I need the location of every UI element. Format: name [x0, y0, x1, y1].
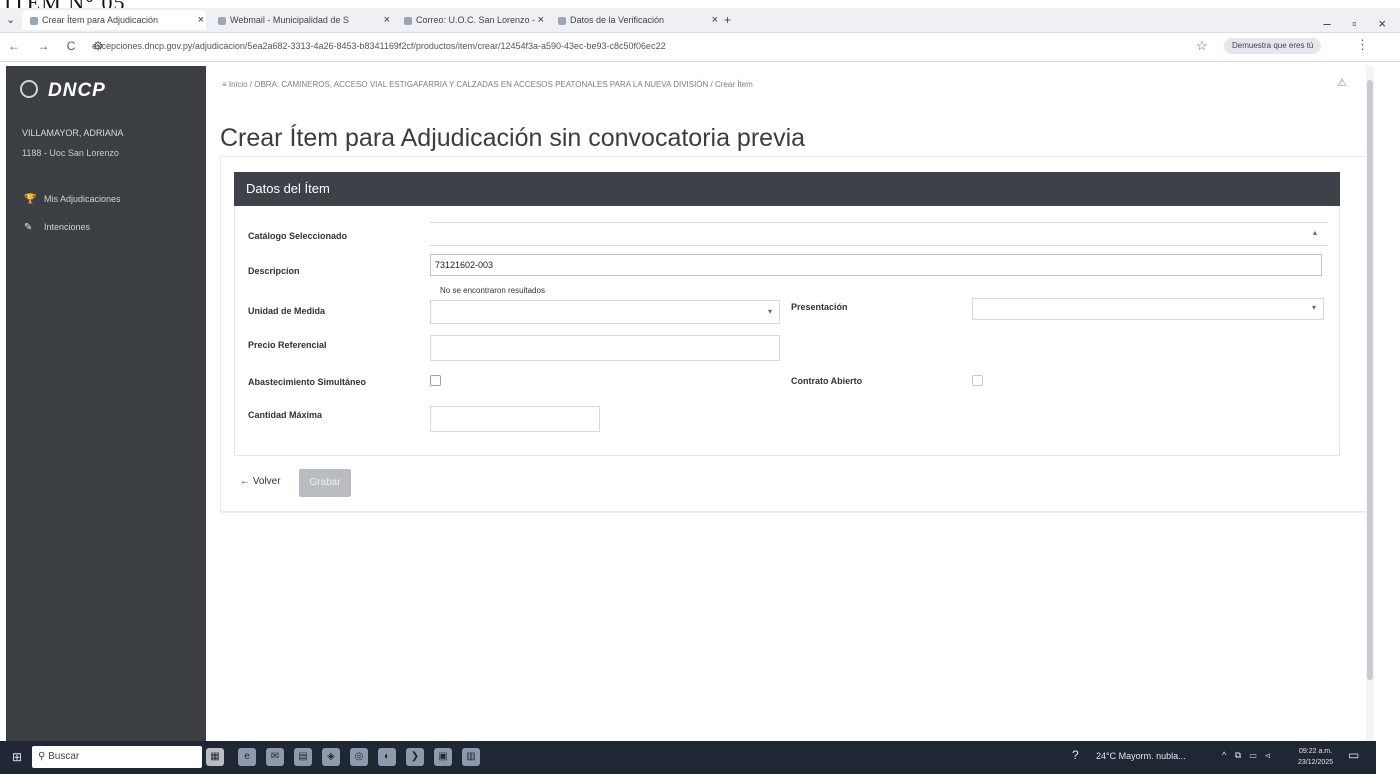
search-icon: ⚲ [38, 751, 49, 762]
browser-tab-bar: ⌄ Crear Ítem para Adjudicación × Webmail… [0, 8, 1400, 33]
unidad-medida-label: Unidad de Medida [248, 306, 326, 316]
catalogo-select[interactable] [430, 222, 1328, 246]
minimize-button[interactable]: – [1323, 16, 1330, 31]
tab-webmail[interactable]: Webmail - Municipalidad de S × [212, 10, 392, 30]
window-controls: – ▫ × [1305, 16, 1386, 31]
taskbar-search-input[interactable]: ⚲ Buscar [32, 746, 202, 768]
close-tab-icon[interactable]: × [538, 10, 544, 30]
no-results-message: No se encontraron resultados [440, 286, 545, 295]
page-title: Crear Ítem para Adjudicación sin convoca… [220, 124, 806, 152]
site-favicon-icon [558, 16, 566, 25]
panel-title: Datos del Ítem [246, 181, 330, 196]
clock-date: 23/12/2025 [1298, 759, 1334, 766]
reload-icon[interactable]: C [67, 39, 76, 53]
profile-button[interactable]: Demuestra que eres tú [1224, 38, 1322, 54]
presentacion-label: Presentación [791, 302, 848, 312]
app-icon[interactable]: ◐ [378, 748, 396, 766]
app-icon[interactable]: ▥ [462, 748, 480, 766]
divider [220, 512, 1370, 513]
clock-time: 09:22 a.m. [1298, 748, 1333, 755]
tab-correo[interactable]: Correo: U.O.C. San Lorenzo - × [398, 10, 546, 30]
tab-list-chevron-icon[interactable]: ⌄ [6, 10, 15, 30]
maximize-button[interactable]: ▫ [1352, 16, 1357, 31]
mail-favicon-icon [404, 16, 412, 25]
sidebar-item-intenciones[interactable]: ✎ Intenciones [24, 222, 90, 233]
presentacion-select[interactable] [972, 298, 1324, 320]
back-arrow-icon[interactable]: ← [8, 39, 20, 53]
help-icon[interactable]: ? [1072, 748, 1079, 762]
scrollbar-thumb[interactable] [1367, 80, 1373, 680]
descripcion-search-input[interactable]: 73121602-003 [430, 254, 1322, 276]
tab-label: Correo: U.O.C. San Lorenzo - [416, 15, 536, 25]
tab-datos-verificacion[interactable]: Datos de la Verificación × [552, 10, 720, 30]
site-favicon-icon [30, 16, 38, 25]
chrome-icon[interactable]: ◎ [350, 748, 368, 766]
sidebar-item-label: Intenciones [44, 222, 91, 232]
new-tab-plus-icon[interactable]: + [724, 10, 731, 30]
precio-referencial-label: Precio Referencial [248, 340, 327, 350]
sidebar-item-label: Mis Adjudicaciones [44, 194, 121, 204]
user-name: VILLAMAYOR, ADRIANA [22, 128, 124, 138]
weather-widget[interactable]: 24°C Mayorm. nubla... [1096, 751, 1186, 761]
bookmark-star-icon[interactable]: ☆ [1196, 38, 1208, 54]
close-tab-icon[interactable]: × [712, 10, 718, 30]
windows-taskbar: ⊞ ⚲ Buscar ▦ e ✉ ▤ ◈ ◎ ◐ ❯ ▣ ▥ ? 24°C Ma… [0, 741, 1376, 774]
user-unit: 1188 - Uoc San Lorenzo [22, 148, 119, 158]
breadcrumb[interactable]: ≡ Inicio / OBRA: CAMINEROS, ACCESO VIAL … [222, 80, 753, 89]
contrato-abierto-checkbox[interactable] [972, 375, 983, 386]
abastecimiento-simultaneo-checkbox[interactable] [430, 375, 441, 386]
chevron-down-icon[interactable]: ▾ [1312, 303, 1316, 312]
abastecimiento-simultaneo-label: Abastecimiento Simultáneo [248, 377, 367, 387]
site-favicon-icon [218, 16, 226, 25]
address-bar: ← → C ⚙ excepciones.dncp.gov.py/adjudica… [0, 33, 1400, 62]
volver-button[interactable]: ← Volver [240, 476, 281, 487]
app-icon[interactable]: ▣ [434, 748, 452, 766]
notifications-icon[interactable]: ▭ [1348, 748, 1359, 762]
chevron-up-icon[interactable]: ▴ [1313, 228, 1317, 237]
logo-mark-icon [20, 80, 38, 98]
tab-crear-item[interactable]: Crear Ítem para Adjudicación × [22, 10, 206, 30]
file-explorer-icon[interactable]: ▤ [294, 748, 312, 766]
tab-label: Webmail - Municipalidad de S [230, 15, 349, 25]
windows-start-icon[interactable]: ⊞ [12, 750, 22, 764]
chevron-down-icon[interactable]: ▾ [768, 307, 772, 316]
task-view-icon[interactable]: ▦ [206, 748, 224, 766]
close-tab-icon[interactable]: × [384, 10, 390, 30]
pencil-icon: ✎ [24, 222, 33, 233]
app-sidebar: DNCP VILLAMAYOR, ADRIANA 1188 - Uoc San … [6, 66, 206, 742]
clock[interactable]: 09:22 a.m. 23/12/2025 [1298, 746, 1333, 768]
catalogo-label: Catálogo Seleccionado [248, 231, 348, 241]
browser-menu-icon[interactable]: ⋮ [1356, 37, 1369, 53]
trophy-icon: 🏆 [24, 194, 37, 205]
app-icon[interactable]: ◈ [322, 748, 340, 766]
unidad-medida-select[interactable] [430, 300, 780, 324]
edge-browser-icon[interactable]: e [238, 748, 256, 766]
forward-arrow-icon[interactable]: → [37, 39, 49, 53]
cantidad-maxima-label: Cantidad Máxima [248, 410, 323, 420]
grabar-button[interactable]: Grabar [299, 469, 351, 497]
panel-header [234, 172, 1340, 206]
system-tray-icons[interactable]: ^ ⧉ ▭ ⊲ [1222, 750, 1273, 761]
descripcion-label: Descripcion [248, 266, 300, 276]
close-tab-icon[interactable]: × [198, 10, 204, 30]
contrato-abierto-label: Contrato Abierto [791, 376, 863, 386]
app-icon[interactable]: ❯ [406, 748, 424, 766]
precio-referencial-input[interactable] [430, 335, 780, 361]
dncp-logo[interactable]: DNCP [20, 80, 106, 102]
url-field[interactable]: excepciones.dncp.gov.py/adjudicacion/5ea… [92, 41, 666, 51]
tab-label: Datos de la Verificación [570, 15, 665, 25]
warning-icon[interactable]: ⚠ [1337, 76, 1347, 89]
sidebar-item-mis-adjudicaciones[interactable]: 🏆 Mis Adjudicaciones [24, 194, 121, 205]
cantidad-maxima-input[interactable] [430, 406, 600, 432]
mail-app-icon[interactable]: ✉ [266, 748, 284, 766]
close-window-button[interactable]: × [1378, 16, 1386, 31]
tab-label: Crear Ítem para Adjudicación [42, 15, 159, 25]
